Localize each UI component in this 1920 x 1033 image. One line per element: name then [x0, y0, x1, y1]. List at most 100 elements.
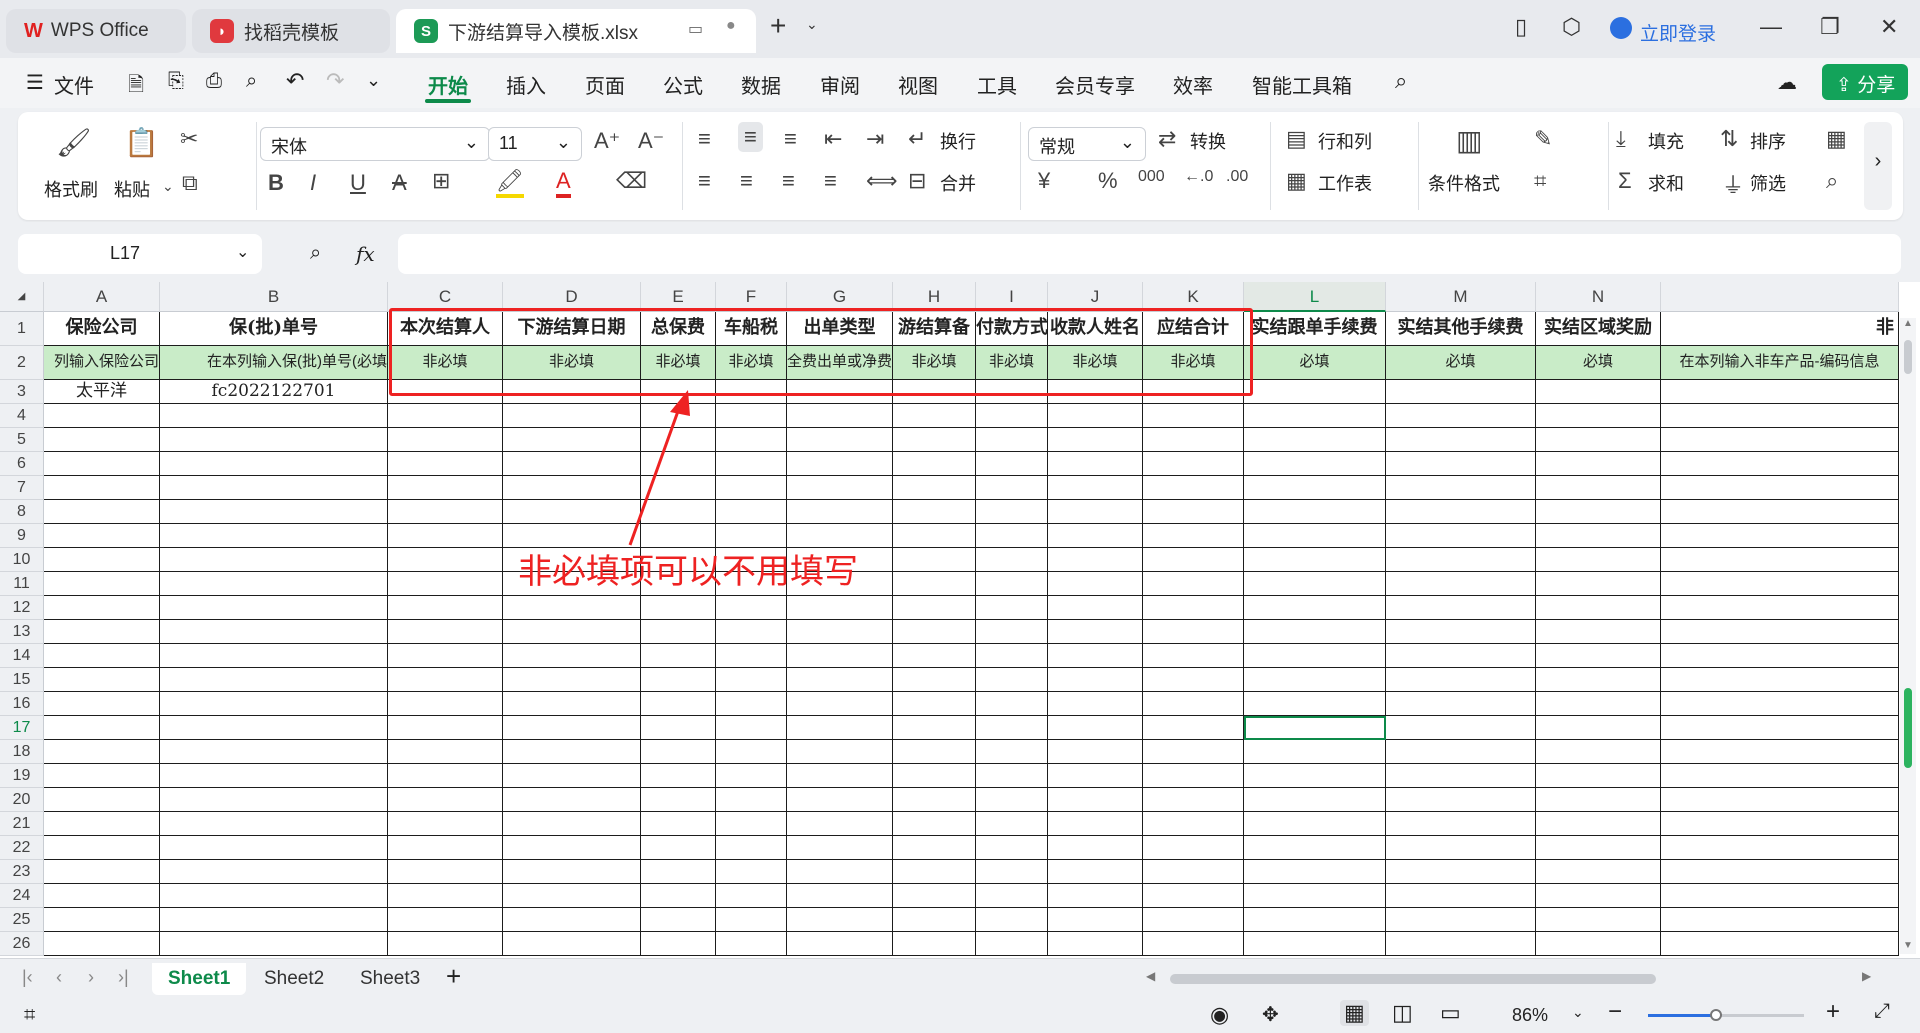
empty-cell[interactable] — [160, 908, 388, 932]
increase-decimal-icon[interactable]: ←.0 — [1184, 168, 1213, 186]
fill-color-icon[interactable]: 🖍 — [496, 168, 524, 198]
last-sheet-icon[interactable]: ›| — [118, 967, 129, 988]
empty-cell[interactable] — [716, 884, 787, 908]
empty-cell[interactable] — [893, 932, 976, 956]
empty-cell[interactable] — [1386, 836, 1536, 860]
empty-cell[interactable] — [1386, 716, 1536, 740]
empty-cell[interactable] — [716, 404, 787, 428]
header-cell[interactable]: 实结跟单手续费 — [1244, 312, 1386, 346]
bold-icon[interactable]: B — [268, 170, 284, 196]
empty-cell[interactable] — [44, 500, 160, 524]
empty-cell[interactable] — [893, 476, 976, 500]
sort-icon[interactable]: ⇅ — [1720, 126, 1738, 152]
column-header-M[interactable]: M — [1386, 282, 1536, 312]
empty-cell[interactable] — [716, 812, 787, 836]
cube-icon[interactable]: ⬡ — [1562, 14, 1581, 40]
align-bottom-icon[interactable]: ≡ — [784, 126, 797, 152]
empty-cell[interactable] — [388, 788, 503, 812]
vscroll-up-icon[interactable]: ▲ — [1903, 318, 1913, 329]
empty-cell[interactable] — [1244, 908, 1386, 932]
paste-button[interactable]: 粘贴 — [114, 176, 150, 202]
empty-cell[interactable] — [787, 596, 893, 620]
sheet-tab-3[interactable]: Sheet3 — [344, 963, 436, 995]
empty-cell[interactable] — [1386, 380, 1536, 404]
empty-cell[interactable] — [160, 524, 388, 548]
empty-cell[interactable] — [1661, 668, 1899, 692]
empty-cell[interactable] — [388, 404, 503, 428]
empty-cell[interactable] — [388, 428, 503, 452]
empty-cell[interactable] — [1536, 764, 1661, 788]
empty-cell[interactable] — [1244, 428, 1386, 452]
empty-cell[interactable] — [1143, 596, 1244, 620]
fill-button[interactable]: 填充 — [1648, 128, 1684, 154]
empty-cell[interactable] — [1244, 692, 1386, 716]
empty-cell[interactable] — [503, 860, 641, 884]
empty-cell[interactable] — [1048, 404, 1143, 428]
zoom-in-button[interactable]: + — [1826, 998, 1840, 1026]
empty-cell[interactable] — [1386, 764, 1536, 788]
empty-cell[interactable] — [976, 428, 1048, 452]
empty-cell[interactable] — [893, 740, 976, 764]
name-box[interactable]: L17 ⌄ — [18, 234, 262, 274]
empty-cell[interactable] — [44, 860, 160, 884]
empty-cell[interactable] — [716, 836, 787, 860]
increase-indent-icon[interactable]: ⇥ — [866, 126, 884, 152]
empty-cell[interactable] — [976, 716, 1048, 740]
empty-cell[interactable] — [976, 500, 1048, 524]
empty-cell[interactable] — [1048, 812, 1143, 836]
column-header-N[interactable]: N — [1536, 282, 1661, 312]
sheet-tab-1[interactable]: Sheet1 — [152, 963, 247, 995]
minimize-button[interactable]: — — [1760, 14, 1782, 40]
empty-cell[interactable] — [787, 692, 893, 716]
empty-cell[interactable] — [641, 668, 716, 692]
zoom-slider[interactable] — [1648, 1009, 1804, 1021]
share-button[interactable]: ⇪ 分享 — [1822, 64, 1908, 100]
currency-icon[interactable]: ¥ — [1038, 168, 1050, 194]
empty-cell[interactable] — [787, 404, 893, 428]
restore-button[interactable]: ❐ — [1820, 14, 1840, 40]
empty-cell[interactable] — [976, 884, 1048, 908]
empty-cell[interactable] — [1661, 932, 1899, 956]
empty-cell[interactable] — [1661, 452, 1899, 476]
empty-cell[interactable] — [1661, 716, 1899, 740]
empty-cell[interactable] — [893, 644, 976, 668]
empty-cell[interactable] — [160, 764, 388, 788]
align-right-icon[interactable]: ≡ — [782, 168, 795, 194]
empty-cell[interactable] — [1661, 884, 1899, 908]
empty-cell[interactable] — [388, 860, 503, 884]
hint-cell[interactable]: 在本列输入非车产品-编码信息 — [1661, 346, 1899, 380]
row-header-20[interactable]: 20 — [0, 788, 44, 812]
row-header-5[interactable]: 5 — [0, 428, 44, 452]
empty-cell[interactable] — [1386, 884, 1536, 908]
empty-cell[interactable] — [1536, 716, 1661, 740]
wrap-text-icon[interactable]: ↵ — [908, 126, 926, 152]
empty-cell[interactable] — [1661, 500, 1899, 524]
empty-cell[interactable] — [44, 836, 160, 860]
empty-cell[interactable] — [1386, 572, 1536, 596]
rows-cols-button[interactable]: 行和列 — [1318, 128, 1372, 154]
empty-cell[interactable] — [1048, 836, 1143, 860]
empty-cell[interactable] — [976, 932, 1048, 956]
empty-cell[interactable] — [388, 764, 503, 788]
empty-cell[interactable] — [893, 548, 976, 572]
hint-cell[interactable]: 必填 — [1244, 346, 1386, 380]
empty-cell[interactable] — [503, 620, 641, 644]
print-icon[interactable]: ⎙ — [206, 70, 222, 93]
empty-cell[interactable] — [787, 620, 893, 644]
empty-cell[interactable] — [976, 788, 1048, 812]
empty-cell[interactable] — [388, 572, 503, 596]
empty-cell[interactable] — [893, 788, 976, 812]
empty-cell[interactable] — [787, 836, 893, 860]
header-cell[interactable]: 非 — [1661, 312, 1899, 346]
row-header-9[interactable]: 9 — [0, 524, 44, 548]
macro-record-icon[interactable]: ⌗ — [24, 1004, 35, 1027]
empty-cell[interactable] — [1536, 908, 1661, 932]
empty-cell[interactable] — [1244, 596, 1386, 620]
empty-cell[interactable] — [976, 836, 1048, 860]
zoom-formula-icon[interactable]: ⌕ — [310, 242, 321, 265]
empty-cell[interactable] — [1143, 860, 1244, 884]
select-all-corner[interactable]: ◢ — [0, 282, 44, 312]
table-style-icon[interactable]: ▦ — [1826, 126, 1847, 152]
empty-cell[interactable] — [1386, 788, 1536, 812]
row-header-15[interactable]: 15 — [0, 668, 44, 692]
